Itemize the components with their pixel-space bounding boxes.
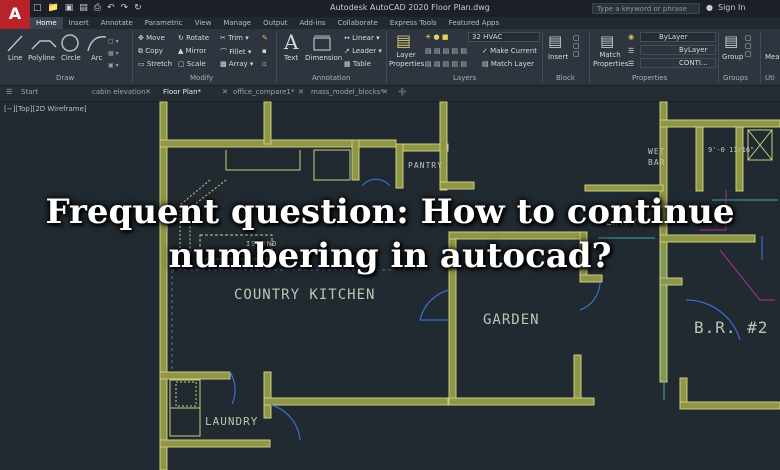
wall [263,101,272,145]
wall [439,101,448,191]
room-label-br2: B.R. #2 [694,318,769,337]
room-label-garden: GARDEN [483,312,540,328]
room-label-wet-bar: WET BAR [648,147,666,167]
wall [263,371,272,419]
wall [448,397,595,406]
wall [263,397,449,406]
wall [573,354,582,404]
room-label-country-kitchen: COUNTRY KITCHEN [234,287,376,303]
wall [159,439,271,448]
wall [159,371,231,380]
wall [659,277,683,286]
dimension-label: 9'-0 11/16" [708,146,755,154]
wall [679,401,780,410]
article-headline: Frequent question: How to continue numbe… [45,192,735,276]
wall [351,139,360,181]
wall [395,143,404,189]
wall [159,139,397,148]
wall [735,126,744,192]
wall [659,119,780,128]
wall [695,126,704,192]
wall [439,181,475,190]
room-label-laundry: LAUNDRY [205,415,259,428]
wall [159,101,168,470]
room-label-pantry: PANTRY [408,161,443,170]
